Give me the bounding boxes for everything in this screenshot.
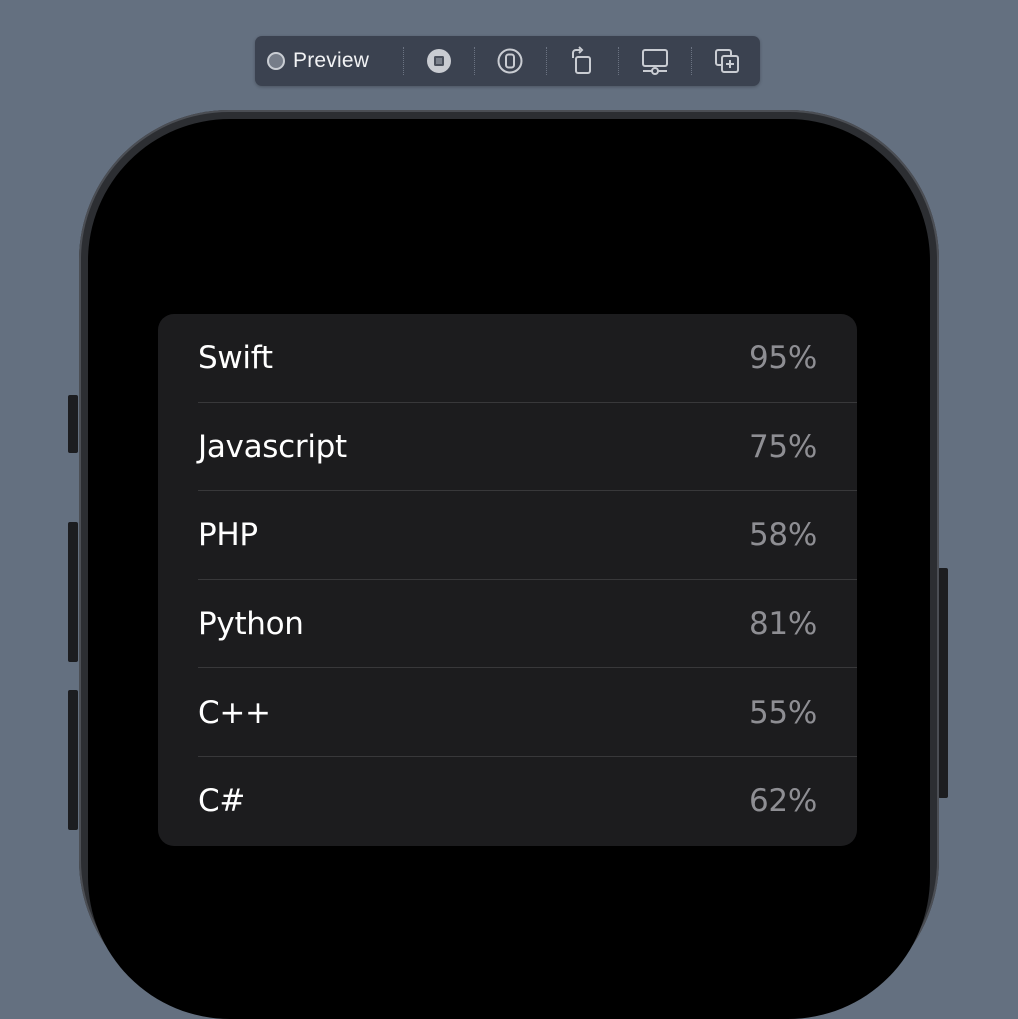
- power-button: [938, 568, 948, 798]
- language-percent: 75%: [748, 428, 817, 465]
- language-percent: 81%: [748, 606, 817, 643]
- list-item[interactable]: Swift 95%: [158, 314, 857, 403]
- toolbar-divider: [403, 47, 404, 75]
- rotate-device-button[interactable]: [562, 36, 602, 86]
- device-settings-icon: [642, 49, 668, 75]
- mute-switch: [68, 395, 78, 453]
- language-name: PHP: [198, 517, 258, 554]
- language-percent: 95%: [748, 340, 817, 377]
- language-name: Python: [198, 606, 304, 643]
- language-percent: 55%: [748, 694, 817, 731]
- device-pin-icon: [497, 48, 523, 74]
- preview-label: Preview: [293, 49, 370, 72]
- language-name: C++: [198, 694, 271, 731]
- list-item[interactable]: Python 81%: [158, 580, 857, 669]
- toolbar-divider: [546, 47, 547, 75]
- rotate-device-icon: [572, 46, 591, 74]
- live-preview-dot-icon: [267, 52, 285, 70]
- volume-up-button: [68, 522, 78, 662]
- preview-toggle[interactable]: Preview: [267, 36, 395, 86]
- device-screen: Swift 95% Javascript 75% PHP 58% Python …: [88, 119, 930, 1019]
- list-item[interactable]: C++ 55%: [158, 668, 857, 757]
- device-settings-button[interactable]: [635, 36, 675, 86]
- language-percent: 58%: [748, 517, 817, 554]
- toolbar-divider: [474, 47, 475, 75]
- language-name: Javascript: [198, 428, 347, 465]
- toolbar-divider: [691, 47, 692, 75]
- list-item[interactable]: C# 62%: [158, 757, 857, 846]
- preview-toolbar: Preview: [255, 36, 760, 86]
- duplicate-preview-button[interactable]: [707, 36, 747, 86]
- list-item[interactable]: Javascript 75%: [158, 403, 857, 492]
- toolbar-divider: [618, 47, 619, 75]
- language-percent: 62%: [748, 783, 817, 820]
- volume-down-button: [68, 690, 78, 830]
- language-name: C#: [198, 783, 246, 820]
- duplicate-preview-icon: [715, 49, 739, 73]
- stop-icon: [427, 49, 451, 73]
- language-name: Swift: [198, 340, 273, 377]
- list-item[interactable]: PHP 58%: [158, 491, 857, 580]
- pin-device-button[interactable]: [490, 36, 530, 86]
- language-list: Swift 95% Javascript 75% PHP 58% Python …: [158, 314, 857, 846]
- stop-button[interactable]: [419, 36, 459, 86]
